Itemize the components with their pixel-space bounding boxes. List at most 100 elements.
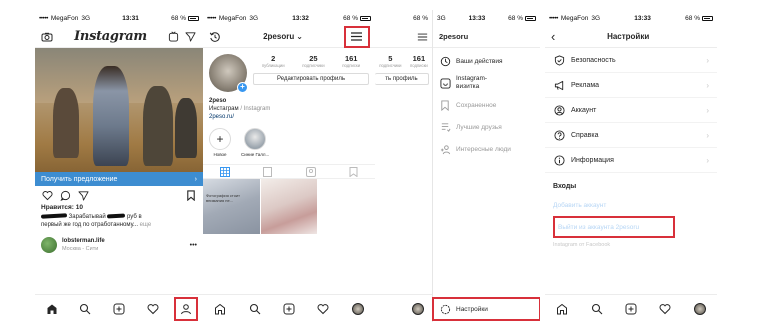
- grid-view-icon[interactable]: [219, 166, 231, 178]
- igtv-icon[interactable]: [168, 31, 180, 43]
- avatar[interactable]: [41, 237, 57, 254]
- battery-icon: [701, 15, 713, 21]
- activity-heart-icon[interactable]: [312, 298, 334, 320]
- avatar[interactable]: +: [209, 54, 248, 93]
- caption-text-tail: руб в: [127, 214, 142, 220]
- battery-percent: 68 %: [413, 14, 428, 22]
- status-bar: 68 %: [375, 10, 432, 26]
- redacted-username: [40, 213, 68, 220]
- preview-line: внимания не...: [206, 198, 234, 204]
- caption-more-link[interactable]: еще: [140, 222, 152, 228]
- logout-link[interactable]: Выйти из аккаунта 2pesoru: [553, 216, 675, 238]
- comment-icon[interactable]: [59, 189, 71, 201]
- status-bar: ••••• MegaFon 3G 13:32 68 %: [203, 10, 375, 26]
- discover-people-icon: [439, 143, 451, 155]
- stat-followers[interactable]: 25 подписчики: [302, 54, 324, 68]
- bookmark-icon[interactable]: [185, 189, 197, 201]
- menu-item-close-friends[interactable]: Лучшие друзья: [433, 116, 540, 138]
- battery-icon: [187, 15, 199, 21]
- profile-category-line: Инстаграм / Instagram: [209, 106, 271, 113]
- menu-item-discover-people[interactable]: Интересные люди: [433, 138, 540, 160]
- profile-tab-icon[interactable]: [174, 296, 199, 321]
- search-icon[interactable]: [586, 298, 608, 320]
- post-image[interactable]: Получить предложение ›: [35, 48, 203, 186]
- bottom-tab-bar: [35, 294, 203, 322]
- highlight-label: Синие Галл...: [241, 152, 270, 158]
- side-menu: 3G 13:33 68 % 2pesoru Ваши действия Inst…: [432, 10, 540, 322]
- settings-item-account[interactable]: Аккаунт ›: [545, 98, 717, 123]
- settings-item-label: Информация: [571, 156, 614, 164]
- settings-item-security[interactable]: Безопасность ›: [545, 48, 717, 73]
- stat-posts[interactable]: 2 публикации: [262, 54, 285, 68]
- list-view-icon[interactable]: [262, 166, 274, 178]
- settings-item-help[interactable]: Справка ›: [545, 123, 717, 148]
- home-icon[interactable]: [41, 298, 63, 320]
- home-icon[interactable]: [551, 298, 573, 320]
- ghost-stats: 5 подписчики 161 подписки: [375, 48, 432, 68]
- bookmark-icon: [439, 99, 451, 111]
- stat-number: 161: [412, 54, 426, 63]
- search-icon[interactable]: [244, 298, 266, 320]
- sponsor-location: Москва - Сити: [62, 245, 99, 252]
- sponsor-name: lobsterman.life: [62, 237, 105, 244]
- menu-item-activity[interactable]: Ваши действия: [433, 50, 540, 72]
- menu-item-nametag[interactable]: Instagram-визитка: [433, 72, 540, 94]
- stat-label: подписчики: [379, 63, 402, 68]
- menu-hamburger-icon[interactable]: [343, 25, 370, 48]
- back-icon[interactable]: ‹: [551, 29, 555, 44]
- clock: 13:31: [122, 14, 139, 22]
- direct-message-icon[interactable]: [185, 31, 197, 43]
- chevron-right-icon: ›: [194, 175, 197, 183]
- post-thumbnail[interactable]: [260, 179, 318, 235]
- post-thumbnail[interactable]: Фотография стоит внимания не...: [203, 179, 260, 235]
- tagged-icon[interactable]: [305, 166, 317, 178]
- chevron-right-icon: ›: [706, 155, 709, 165]
- add-account-link[interactable]: Добавить аккаунт: [545, 194, 717, 216]
- plus-icon: +: [209, 128, 231, 151]
- add-post-icon[interactable]: [278, 298, 300, 320]
- camera-icon[interactable]: [41, 31, 53, 43]
- menu-item-label: Лучшие друзья: [456, 123, 502, 131]
- chevron-down-icon: ⌄: [296, 32, 303, 41]
- stat-label: подписки: [409, 63, 428, 68]
- post-preview-text: Фотография стоит внимания не...: [206, 193, 240, 203]
- menu-item-settings[interactable]: Настройки: [432, 297, 540, 321]
- profile-tab-avatar-icon[interactable]: [347, 298, 369, 320]
- profile-username-switcher[interactable]: 2pesoru ⌄: [263, 32, 303, 41]
- highlight-item[interactable]: Синие Галл...: [241, 128, 269, 157]
- add-story-icon[interactable]: +: [237, 82, 248, 93]
- settings-item-about[interactable]: Информация ›: [545, 148, 717, 173]
- menu-item-saved[interactable]: Сохраненное: [433, 94, 540, 116]
- edit-profile-button[interactable]: Редактировать профиль: [253, 73, 369, 85]
- menu-drawer-screen: 68 % 5 подписчики 161 подписки ть профил…: [375, 10, 540, 322]
- activity-heart-icon[interactable]: [654, 298, 676, 320]
- archive-history-icon[interactable]: [209, 31, 221, 43]
- add-post-icon[interactable]: [620, 298, 642, 320]
- bottom-tab-bar: [545, 294, 717, 322]
- share-icon[interactable]: [77, 189, 89, 201]
- highlight-new[interactable]: + Новое: [209, 128, 231, 157]
- sponsored-post-header[interactable]: lobsterman.life Москва - Сити •••: [35, 229, 203, 254]
- promo-bar[interactable]: Получить предложение ›: [35, 172, 203, 186]
- search-icon[interactable]: [74, 298, 96, 320]
- stat-following[interactable]: 161 подписки: [342, 54, 360, 68]
- help-icon: [553, 129, 565, 141]
- add-post-icon[interactable]: [108, 298, 130, 320]
- saved-icon[interactable]: [348, 166, 360, 178]
- settings-item-ads[interactable]: Реклама ›: [545, 73, 717, 98]
- network-label: 3G: [591, 14, 601, 22]
- profile-tab-avatar-icon[interactable]: [689, 298, 711, 320]
- signal-dots: •••••: [207, 14, 216, 22]
- home-icon[interactable]: [209, 298, 231, 320]
- likes-count[interactable]: Нравится: 10: [35, 204, 203, 211]
- ghost-edit-button: ть профиль: [375, 73, 429, 85]
- network-label: 3G: [249, 14, 259, 22]
- heart-icon[interactable]: [41, 189, 53, 201]
- profile-website-link[interactable]: 2peso.ru/: [209, 113, 369, 121]
- settings-footer: Instagram от Facebook: [553, 242, 611, 248]
- more-options-icon[interactable]: •••: [190, 242, 197, 249]
- gear-icon: [439, 304, 451, 316]
- activity-heart-icon[interactable]: [142, 298, 164, 320]
- settings-item-label: Аккаунт: [571, 106, 597, 114]
- avatar: [412, 302, 424, 315]
